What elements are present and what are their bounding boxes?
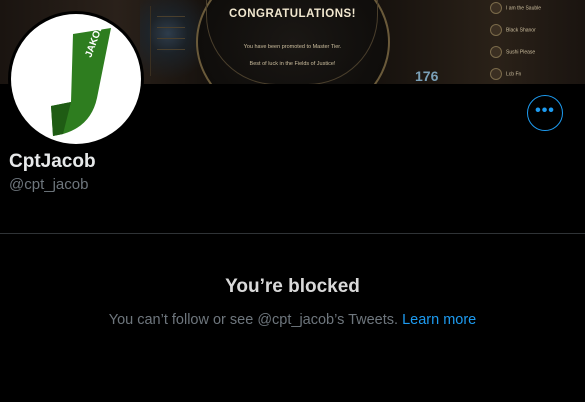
- more-horizontal-icon: •••: [535, 101, 555, 119]
- profile-display-name: CptJacob: [9, 151, 96, 172]
- banner-friend-item: I am the Sauble: [490, 2, 541, 14]
- banner-friend-item: Lcb Fn: [490, 68, 521, 80]
- banner-friend-item: Black Shanor: [490, 24, 536, 36]
- avatar[interactable]: JAKOB: [8, 11, 144, 147]
- blocked-description-text: You can’t follow or see @cpt_jacob’s Twe…: [108, 312, 399, 328]
- divider: [0, 233, 585, 234]
- more-options-button[interactable]: •••: [527, 95, 563, 131]
- avatar-image: JAKOB: [11, 14, 141, 144]
- profile-handle: @cpt_jacob: [9, 176, 89, 193]
- blocked-title: You’re blocked: [225, 276, 360, 297]
- banner-number: 176: [415, 68, 439, 84]
- avatar-logo-icon: JAKOB: [51, 22, 111, 136]
- banner-friend-item: Sushi Please: [490, 46, 535, 58]
- banner-friend-list: I am the Sauble Black Shanor Sushi Pleas…: [490, 0, 585, 84]
- blocked-description: You can’t follow or see @cpt_jacob’s Twe…: [0, 312, 585, 328]
- learn-more-link[interactable]: Learn more: [402, 312, 476, 328]
